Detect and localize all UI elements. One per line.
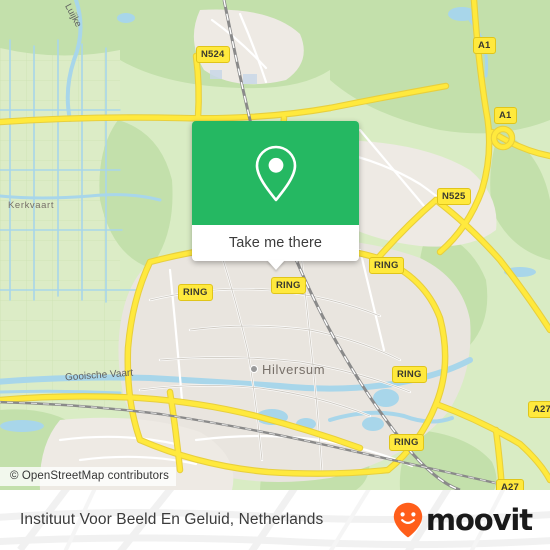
road-shield-n524[interactable]: N524: [196, 46, 230, 63]
take-me-there-button[interactable]: Take me there: [229, 235, 322, 251]
location-title: Instituut Voor Beeld En Geluid, Netherla…: [20, 511, 324, 528]
road-shield-ring-e[interactable]: RING: [392, 366, 427, 383]
road-shield-a27-south[interactable]: A27: [496, 479, 525, 490]
road-shield-ring-se[interactable]: RING: [389, 434, 424, 451]
road-shield-ring-n[interactable]: RING: [271, 277, 306, 294]
map-canvas[interactable]: Hilversum Kerkvaart Gooische Vaart Luijk…: [0, 0, 550, 490]
road-shield-n525[interactable]: N525: [437, 188, 471, 205]
osm-attribution[interactable]: © OpenStreetMap contributors: [0, 467, 176, 486]
destination-card-header: [192, 121, 359, 225]
road-shield-a1-north[interactable]: A1: [473, 37, 496, 54]
destination-card-footer[interactable]: Take me there: [192, 225, 359, 270]
footer-bar: Instituut Voor Beeld En Geluid, Netherla…: [0, 490, 550, 550]
moovit-map-share-card: Hilversum Kerkvaart Gooische Vaart Luijk…: [0, 0, 550, 550]
destination-card[interactable]: Take me there: [192, 121, 359, 270]
road-shield-a1-junction[interactable]: A1: [494, 107, 517, 124]
road-shield-ring-ne[interactable]: RING: [369, 257, 404, 274]
map-pin-icon: [255, 145, 296, 202]
moovit-wordmark: moovit: [425, 502, 533, 537]
road-shield-ring-nw[interactable]: RING: [178, 284, 213, 301]
moovit-pin-icon: [393, 502, 423, 538]
map-location-dot: [250, 365, 258, 373]
road-shield-a27-east[interactable]: A27: [528, 401, 550, 418]
moovit-logo[interactable]: moovit: [393, 502, 533, 538]
card-pointer-tail: [266, 260, 285, 270]
